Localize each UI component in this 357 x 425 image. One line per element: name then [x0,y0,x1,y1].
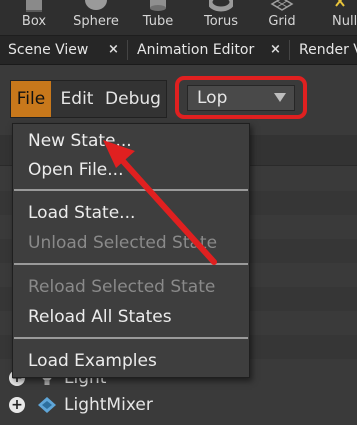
menubar: File Edit Debug [10,80,167,118]
null-icon [335,0,345,7]
menu-item-reload-selected-state: Reload Selected State [28,277,216,297]
tab-animation-editor[interactable]: Animation Editor [137,36,254,64]
light-mixer-icon [38,397,56,413]
pane-tab-bar: Scene View × Animation Editor × Render V [0,36,357,65]
menu-debug[interactable]: Debug [101,81,165,117]
shelf-tool-label: Null [332,14,357,29]
torus-icon [209,0,233,12]
grid-icon [270,0,294,11]
menu-item-load-state[interactable]: Load State... [28,200,135,226]
tab-render-view[interactable]: Render V [299,36,357,64]
shelf-tool-box[interactable]: Box [12,0,56,35]
shelf-tool-label: Grid [268,14,296,29]
menu-item-unload-selected-state: Unload Selected State [28,233,218,253]
box-icon [26,0,42,12]
tab-divider [289,40,290,60]
menu-item-load-examples[interactable]: Load Examples [28,348,157,374]
tree-item-lightmixer[interactable]: + LightMixer [0,392,357,418]
shelf-tool-label: Tube [142,14,174,29]
menu-separator [14,189,248,191]
tree-item-label: LightMixer [64,395,153,415]
chevron-down-icon [274,93,286,102]
menu-item-reload-all-states[interactable]: Reload All States [28,304,172,330]
menu-item-open-file[interactable]: Open File... [28,157,123,183]
annotation-highlight-box: Lop [175,76,307,119]
shelf-tool-label: Sphere [73,14,119,29]
shelf-tool-torus[interactable]: Torus [198,0,244,35]
tab-divider [127,40,128,60]
menu-separator [14,263,248,265]
shelf-tool-tube[interactable]: Tube [138,0,178,35]
sphere-icon [85,0,107,10]
expand-icon[interactable]: + [9,397,25,413]
tab-scene-view[interactable]: Scene View [8,36,88,64]
shelf-tool-sphere[interactable]: Sphere [70,0,122,35]
shelf-tool-label: Box [21,14,47,29]
pane-menu-row: File Edit Debug Lop [0,65,357,131]
shelf-tool-grid[interactable]: Grid [264,0,300,35]
context-select[interactable]: Lop [187,85,295,111]
close-icon[interactable]: × [270,36,281,64]
shelf-tool-null[interactable]: Null [326,0,357,35]
shelf-tool-label: Torus [203,14,239,29]
close-icon[interactable]: × [108,36,119,64]
menu-separator [14,337,248,339]
tube-icon [150,0,166,11]
menu-file[interactable]: File [11,81,51,117]
shelf-toolbar: Box Sphere Tube Torus Grid Null [0,0,357,36]
file-menu-dropdown: New State... Open File... Load State... … [12,123,250,378]
context-select-value: Lop [197,88,228,108]
menu-item-new-state[interactable]: New State... [28,128,132,154]
menu-edit[interactable]: Edit [55,81,99,117]
